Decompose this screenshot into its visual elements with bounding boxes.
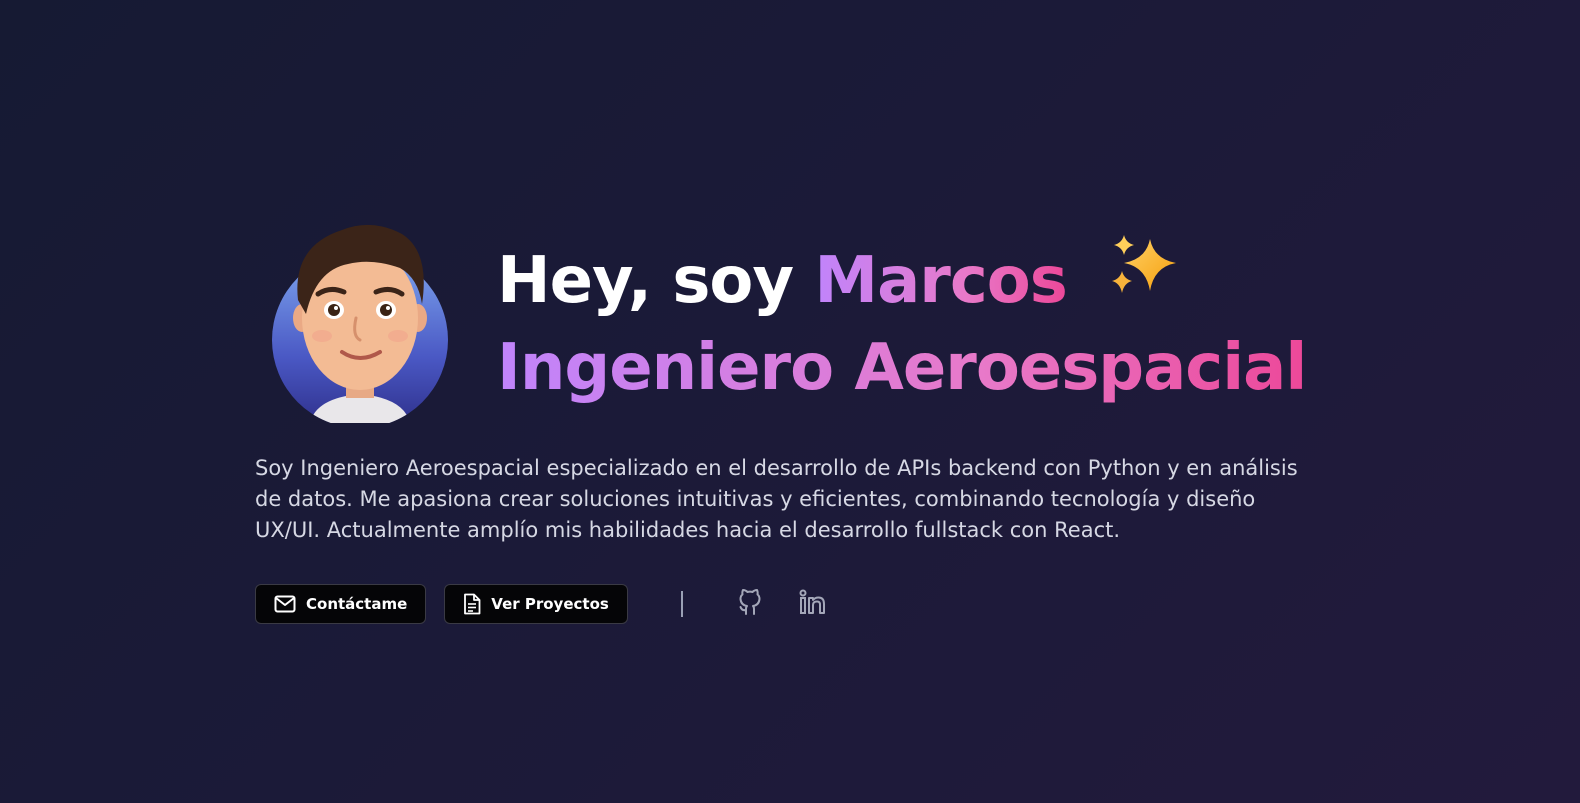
mail-icon [274,595,296,613]
document-icon [463,593,481,615]
hero-title: Hey, soy Marcos [497,235,1306,327]
contact-button[interactable]: Contáctame [255,584,427,624]
sparkles-icon [1110,235,1180,320]
hero-top-row: Hey, soy Marcos Ingeniero Aeroespacial [255,218,1335,423]
linkedin-link[interactable] [798,589,828,619]
github-icon [737,588,763,620]
role-title: Ingeniero Aeroespacial [497,326,1307,410]
name-text: Marcos [814,243,1067,318]
avatar [272,218,452,423]
hero-actions: Contáctame Ver Proyectos [255,584,1335,624]
greeting-text: Hey, soy [497,243,794,318]
divider [680,591,683,617]
projects-button[interactable]: Ver Proyectos [444,584,628,624]
github-link[interactable] [735,589,765,619]
hero-section: Hey, soy Marcos Ingeniero Aeroespacial S… [255,218,1335,624]
hero-description: Soy Ingeniero Aeroespacial especializado… [255,456,1298,542]
linkedin-icon [799,589,827,619]
headline: Hey, soy Marcos Ingeniero Aeroespacial [497,235,1307,411]
contact-button-label: Contáctame [306,595,408,613]
projects-button-label: Ver Proyectos [491,595,609,613]
